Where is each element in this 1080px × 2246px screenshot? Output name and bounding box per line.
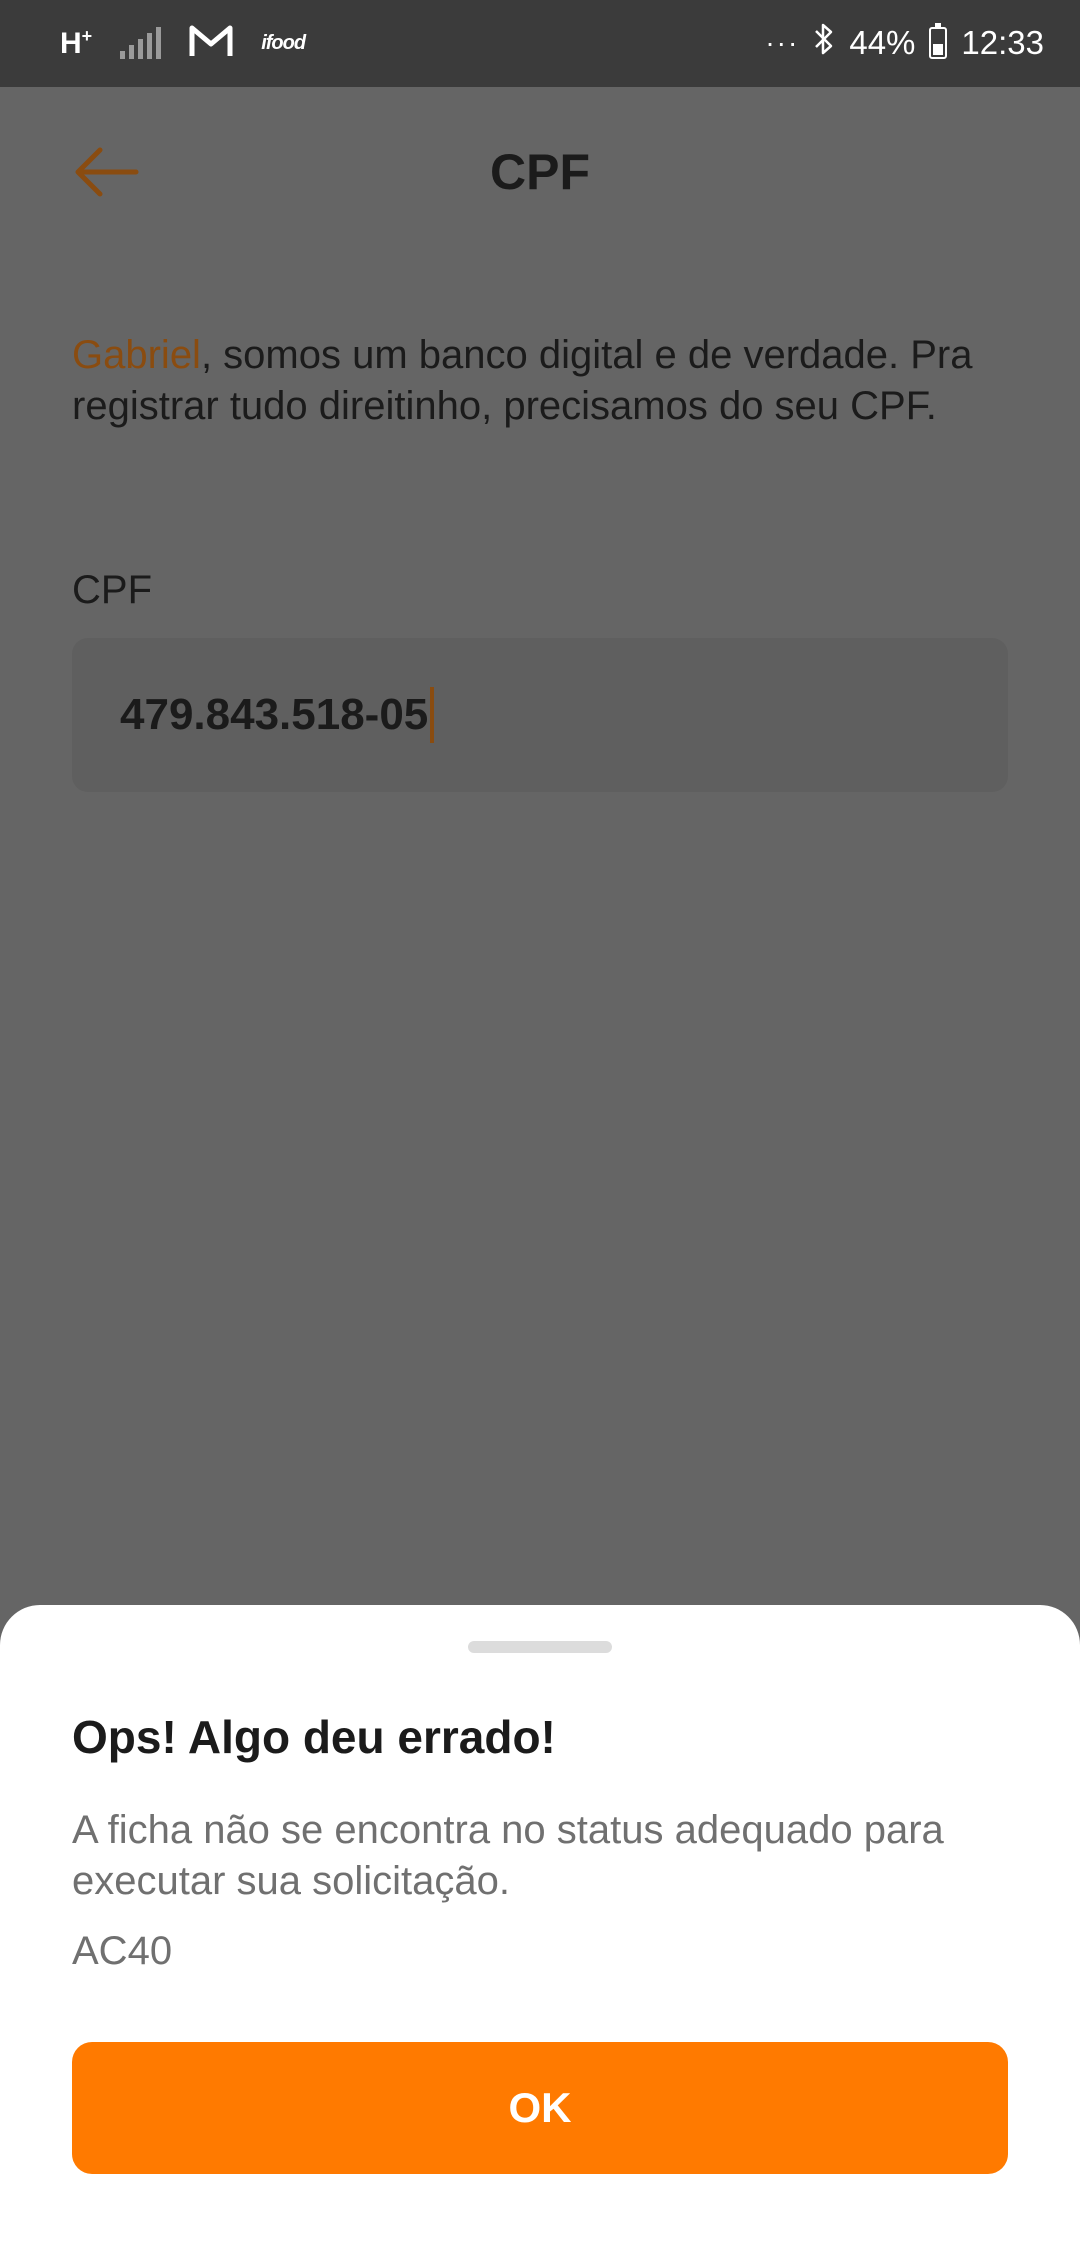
gmail-icon <box>189 24 233 63</box>
ok-button[interactable]: OK <box>72 2042 1008 2174</box>
network-type-label: H <box>60 27 82 60</box>
more-notifications-icon: ··· <box>765 27 800 58</box>
cpf-label: CPF <box>72 568 152 612</box>
text-cursor <box>430 687 435 743</box>
intro-text: Gabriel, somos um banco digital e de ver… <box>72 330 1012 432</box>
arrow-left-icon <box>75 147 139 197</box>
clock: 12:33 <box>961 24 1044 61</box>
status-right: ··· 44% 12:33 <box>765 18 1044 68</box>
signal-icon <box>120 27 162 59</box>
bluetooth-icon <box>813 22 835 64</box>
intro-message: , somos um banco digital e de verdade. P… <box>72 333 973 428</box>
status-left: H+ ifood <box>60 18 306 68</box>
back-button[interactable] <box>70 140 142 204</box>
battery-percent: 44% <box>849 24 916 61</box>
status-bar: H+ ifood ··· 44% 12:33 <box>0 0 1080 87</box>
error-code: AC40 <box>72 1929 173 1973</box>
error-message: A ficha não se encontra no status adequa… <box>72 1808 944 1903</box>
page-title: CPF <box>490 144 590 200</box>
ifood-icon: ifood <box>261 31 306 54</box>
cpf-text: 479.843.518-05 <box>120 690 429 739</box>
user-name: Gabriel <box>72 333 201 377</box>
cpf-input[interactable]: 479.843.518-05 <box>72 638 1008 792</box>
error-title: Ops! Algo deu errado! <box>72 1711 556 1763</box>
battery-icon <box>929 23 948 59</box>
cpf-input-value[interactable]: 479.843.518-05 <box>120 686 435 744</box>
network-type-icon: H+ <box>60 27 92 59</box>
network-type-sup: + <box>81 26 93 46</box>
sheet-drag-handle[interactable] <box>468 1641 612 1653</box>
error-bottom-sheet: Ops! Algo deu errado! A ficha não se enc… <box>0 1605 1080 2246</box>
